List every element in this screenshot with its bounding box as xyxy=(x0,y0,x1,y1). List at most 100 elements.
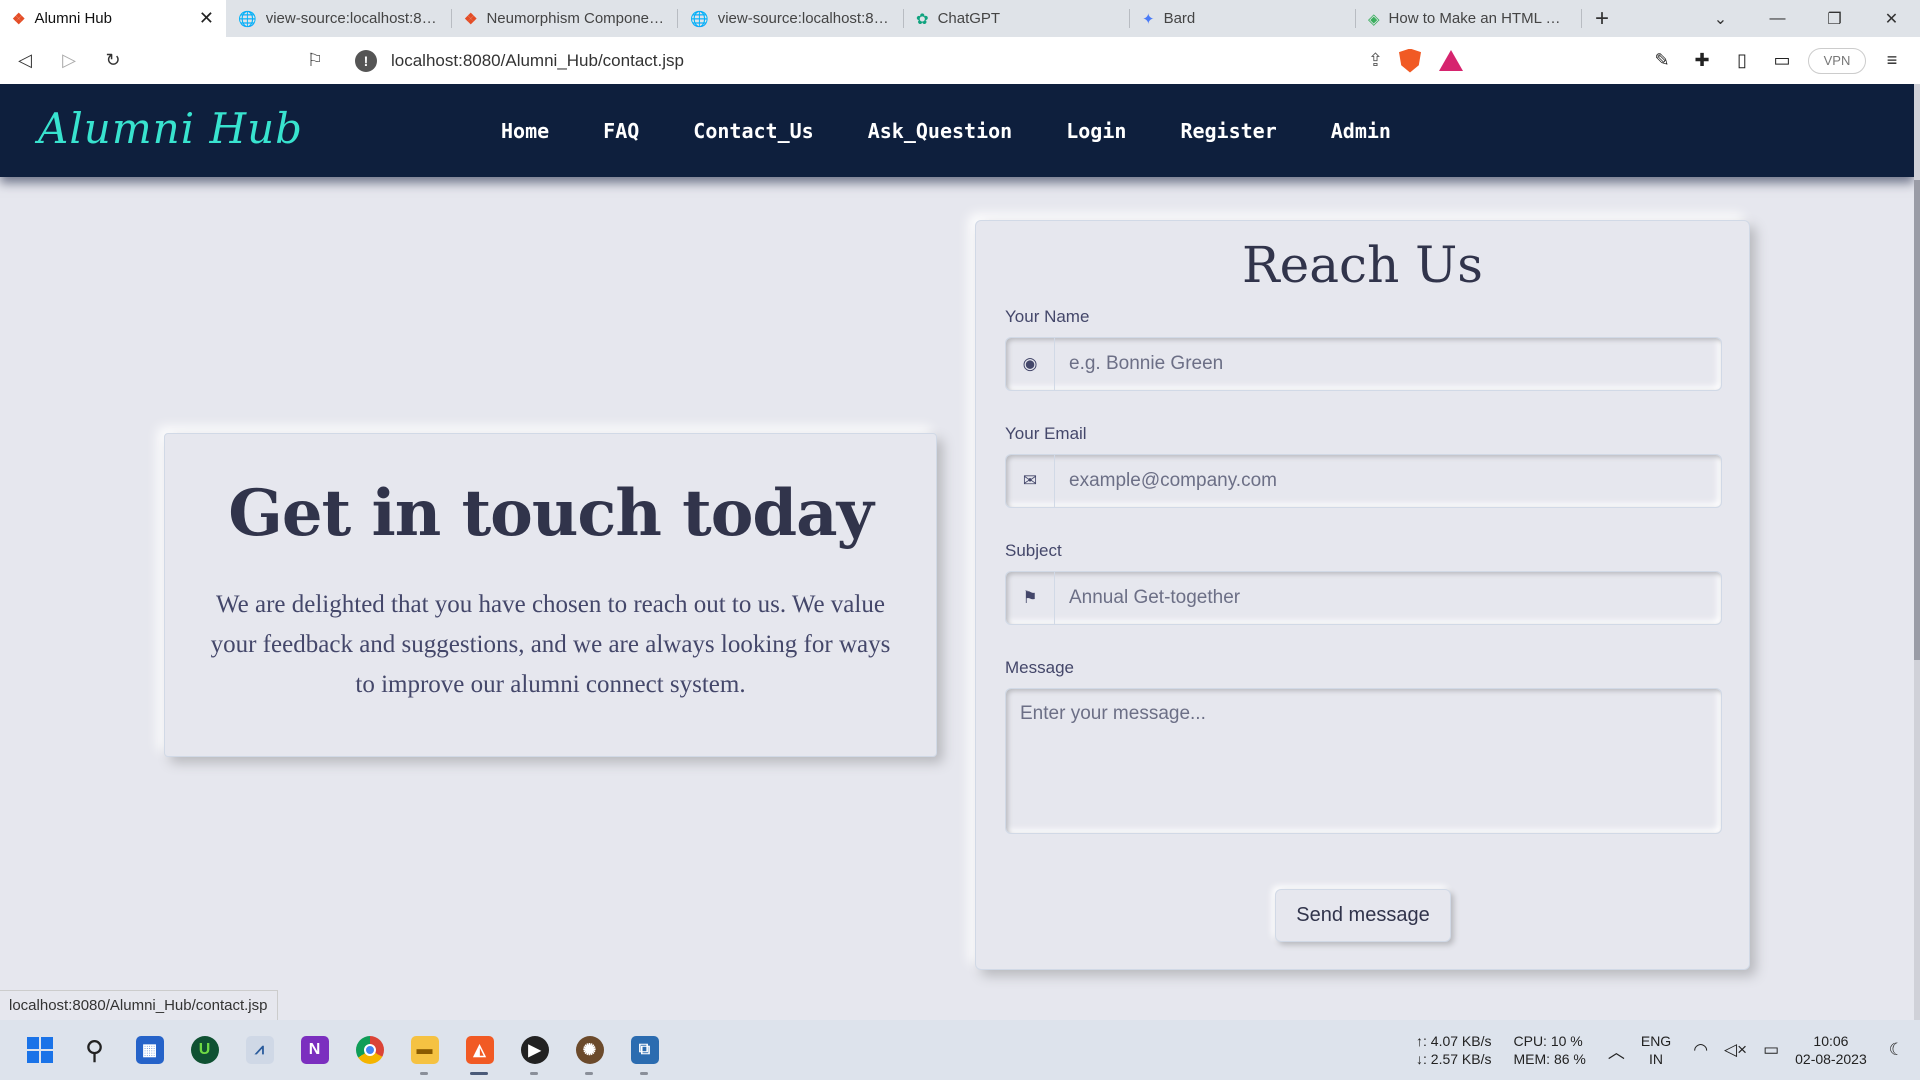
intro-text: We are delighted that you have chosen to… xyxy=(210,591,891,698)
nav-faq[interactable]: FAQ xyxy=(576,119,666,143)
wallet-icon[interactable]: ▭ xyxy=(1768,50,1796,71)
site-navbar: Alumni Hub Home FAQ Contact_Us Ask_Quest… xyxy=(0,84,1914,177)
globe-icon: 🌐 xyxy=(238,10,257,28)
network-speed: ↑: 4.07 KB/s ↓: 2.57 KB/s xyxy=(1416,1032,1491,1068)
bookmark-icon[interactable]: ⚐ xyxy=(300,50,330,71)
subject-field-group: ⚑ xyxy=(1005,571,1722,625)
extensions-icon[interactable]: ✚ xyxy=(1688,50,1716,71)
chrome-icon[interactable] xyxy=(342,1020,397,1080)
message-label: Message xyxy=(1005,658,1074,677)
lang-code: ENG xyxy=(1640,1033,1672,1049)
language-indicator[interactable]: ENG IN xyxy=(1641,1032,1671,1068)
reload-icon[interactable]: ↻ xyxy=(94,42,132,80)
url-text[interactable]: localhost:8080/Alumni_Hub/contact.jsp xyxy=(391,51,684,71)
taskbar: ⚲ ▦ U ⩘ N ▬ ◭ ▶ ✺ ⧉ ↑: 4.07 KB/s ↓: 2.57… xyxy=(0,1020,1920,1080)
name-input[interactable] xyxy=(1055,338,1721,390)
restore-icon[interactable]: ❐ xyxy=(1806,0,1863,37)
speaker-muted-icon[interactable]: ◁× xyxy=(1724,1040,1747,1060)
main-menu: Home FAQ Contact_Us Ask_Question Login R… xyxy=(474,84,1418,177)
page-scrollbar[interactable] xyxy=(1914,84,1920,1020)
nav-ask-question[interactable]: Ask_Question xyxy=(841,119,1040,143)
new-tab-button[interactable]: + xyxy=(1582,0,1622,37)
store-icon[interactable]: ▦ xyxy=(122,1020,177,1080)
tab-alumni-hub[interactable]: ❖ Alumni Hub ✕ xyxy=(0,0,226,37)
minimize-icon[interactable]: — xyxy=(1749,0,1806,37)
close-window-icon[interactable]: ✕ xyxy=(1863,0,1920,37)
wifi-icon[interactable]: ◠ xyxy=(1693,1040,1708,1060)
tab-view-source-2[interactable]: 🌐 view-source:localhost:8080 xyxy=(678,0,904,37)
subject-input[interactable] xyxy=(1055,572,1721,624)
bard-icon: ✦ xyxy=(1142,10,1155,28)
guide-icon: ◈ xyxy=(1368,10,1380,28)
page-viewport: Alumni Hub Home FAQ Contact_Us Ask_Quest… xyxy=(0,84,1920,1020)
search-icon[interactable]: ⚲ xyxy=(67,1020,122,1080)
region-code: IN xyxy=(1649,1051,1664,1067)
brave-browser-icon[interactable]: ◭ xyxy=(452,1020,507,1080)
eyedropper-icon[interactable]: ✎ xyxy=(1648,50,1676,71)
vpn-button[interactable]: VPN xyxy=(1808,47,1866,74)
clock[interactable]: 10:06 02-08-2023 xyxy=(1795,1032,1867,1068)
resource-monitor-icon[interactable]: ⩘ xyxy=(232,1020,287,1080)
net-down: ↓: 2.57 KB/s xyxy=(1416,1051,1492,1067)
tab-chatgpt[interactable]: ✿ ChatGPT xyxy=(904,0,1130,37)
form-title: Reach Us xyxy=(1242,236,1483,294)
tab-title: How to Make an HTML Button xyxy=(1388,10,1570,27)
site-logo[interactable]: Alumni Hub xyxy=(38,104,303,153)
site-info-icon[interactable]: ! xyxy=(355,49,377,72)
battery-icon[interactable]: ▭ xyxy=(1763,1040,1779,1060)
brave-rewards-icon[interactable] xyxy=(1439,50,1463,71)
intro-heading: Get in touch today xyxy=(228,476,874,551)
message-textarea[interactable] xyxy=(1005,688,1722,834)
media-player-icon[interactable]: ▶ xyxy=(507,1020,562,1080)
scrollbar-thumb[interactable] xyxy=(1914,180,1920,660)
forward-icon[interactable]: ▷ xyxy=(50,42,88,80)
tab-html-button-guide[interactable]: ◈ How to Make an HTML Button xyxy=(1356,0,1582,37)
app-icon[interactable]: ✺ xyxy=(562,1020,617,1080)
chatgpt-icon: ✿ xyxy=(916,10,929,28)
tab-view-source-1[interactable]: 🌐 view-source:localhost:8080 xyxy=(226,0,452,37)
system-usage: CPU: 10 % MEM: 86 % xyxy=(1514,1032,1586,1068)
upwork-icon[interactable]: U xyxy=(177,1020,232,1080)
subject-label: Subject xyxy=(1005,541,1062,560)
nav-login[interactable]: Login xyxy=(1039,119,1153,143)
html5-icon: ❖ xyxy=(12,10,26,28)
email-input[interactable] xyxy=(1055,455,1721,507)
system-tray: ↑: 4.07 KB/s ↓: 2.57 KB/s CPU: 10 % MEM:… xyxy=(1416,1020,1920,1080)
back-icon[interactable]: ◁ xyxy=(6,42,44,80)
ide-icon[interactable]: ⧉ xyxy=(617,1020,672,1080)
name-field-group: ◉ xyxy=(1005,337,1722,391)
notifications-icon[interactable]: ☾ xyxy=(1889,1040,1904,1060)
file-explorer-icon[interactable]: ▬ xyxy=(397,1020,452,1080)
send-message-button[interactable]: Send message xyxy=(1275,889,1451,942)
cpu-usage: CPU: 10 % xyxy=(1513,1033,1583,1049)
tab-title: Neumorphism Components xyxy=(486,10,666,27)
flag-icon: ⚑ xyxy=(1006,572,1055,624)
contact-form: Reach Us Your Name ◉ Your Email ✉ Subjec… xyxy=(975,220,1750,970)
browser-tab-strip: ❖ Alumni Hub ✕ 🌐 view-source:localhost:8… xyxy=(0,0,1920,37)
address-bar[interactable]: ! localhost:8080/Alumni_Hub/contact.jsp … xyxy=(343,43,1473,78)
intro-card: Get in touch today We are delighted that… xyxy=(164,433,937,757)
name-label: Your Name xyxy=(1005,307,1090,326)
nav-register[interactable]: Register xyxy=(1153,119,1303,143)
html5-icon: ❖ xyxy=(464,10,478,28)
nav-contact-us[interactable]: Contact_Us xyxy=(666,119,840,143)
mem-usage: MEM: 86 % xyxy=(1513,1051,1586,1067)
email-field-group: ✉ xyxy=(1005,454,1722,508)
nav-home[interactable]: Home xyxy=(474,119,576,143)
tab-search-chevron-icon[interactable]: ⌄ xyxy=(1692,0,1749,37)
globe-icon: 🌐 xyxy=(690,10,709,28)
tray-chevron-icon[interactable]: ︿ xyxy=(1608,1038,1625,1063)
share-icon[interactable]: ⇪ xyxy=(1368,50,1383,71)
user-circle-icon: ◉ xyxy=(1006,338,1055,390)
onenote-icon[interactable]: N xyxy=(287,1020,342,1080)
menu-icon[interactable]: ≡ xyxy=(1878,50,1906,71)
tab-bard[interactable]: ✦ Bard xyxy=(1130,0,1356,37)
tab-neumorphism[interactable]: ❖ Neumorphism Components xyxy=(452,0,678,37)
start-button[interactable] xyxy=(12,1020,67,1080)
brave-shields-icon[interactable] xyxy=(1399,48,1421,73)
email-label: Your Email xyxy=(1005,424,1087,443)
close-tab-icon[interactable]: ✕ xyxy=(199,8,214,29)
sidebar-icon[interactable]: ▯ xyxy=(1728,50,1756,71)
date: 02-08-2023 xyxy=(1795,1051,1867,1067)
nav-admin[interactable]: Admin xyxy=(1304,119,1418,143)
